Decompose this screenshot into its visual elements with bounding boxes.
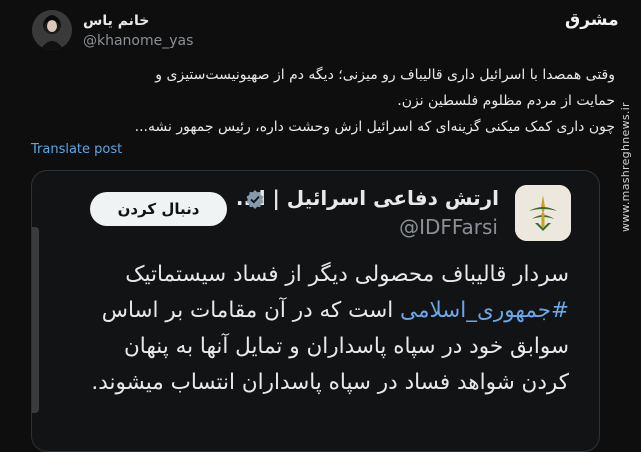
quoted-tweet-body: سردار قالیباف محصولی دیگر از فساد سیستما…	[44, 257, 569, 401]
quoted-author-name[interactable]: ارتش دفاعی اسرائیل | ا...	[236, 186, 499, 210]
watermark-logo: مشرق	[565, 10, 619, 30]
quote-line: #جمهوری_اسلامی است که در آن مقامات بر اس…	[44, 293, 569, 329]
watermark-url: www.mashreghnews.ir	[619, 102, 632, 232]
author-handle[interactable]: @khanome_yas	[83, 33, 193, 49]
verified-badge-icon	[246, 190, 264, 209]
quote-line-text: است که در آن مقامات بر اساس	[101, 298, 394, 323]
tweet-line: وقتی همصدا با اسرائیل داری قالیباف رو می…	[155, 67, 615, 83]
quote-line: سوابق خود در سپاه پاسداران و تمایل آنها …	[124, 334, 569, 359]
follow-button[interactable]: دنبال کردن	[90, 192, 227, 226]
scrollbar[interactable]	[32, 227, 39, 413]
quoted-author-handle[interactable]: @IDFFarsi	[399, 215, 498, 239]
quote-line: کردن شواهد فساد در سپاه پاسداران انتساب …	[91, 370, 569, 395]
author-name[interactable]: خانم یاس	[83, 13, 149, 29]
quoted-tweet-card[interactable]: ارتش دفاعی اسرائیل | ا... @IDFFarsi دنبا…	[31, 170, 600, 452]
translate-post-link[interactable]: Translate post	[31, 142, 122, 157]
avatar[interactable]	[32, 10, 72, 50]
quote-line: سردار قالیباف محصولی دیگر از فساد سیستما…	[125, 262, 569, 287]
tweet-body: وقتی همصدا با اسرائیل داری قالیباف رو می…	[30, 62, 615, 140]
idf-emblem-icon[interactable]	[515, 185, 571, 241]
tweet-line: حمایت از مردم مظلوم فلسطین نزن.	[397, 93, 615, 109]
tweet-line: چون داری کمک میکنی گزینه‌ای که اسرائیل ا…	[134, 119, 615, 135]
hashtag-link[interactable]: #جمهوری_اسلامی	[400, 298, 569, 323]
